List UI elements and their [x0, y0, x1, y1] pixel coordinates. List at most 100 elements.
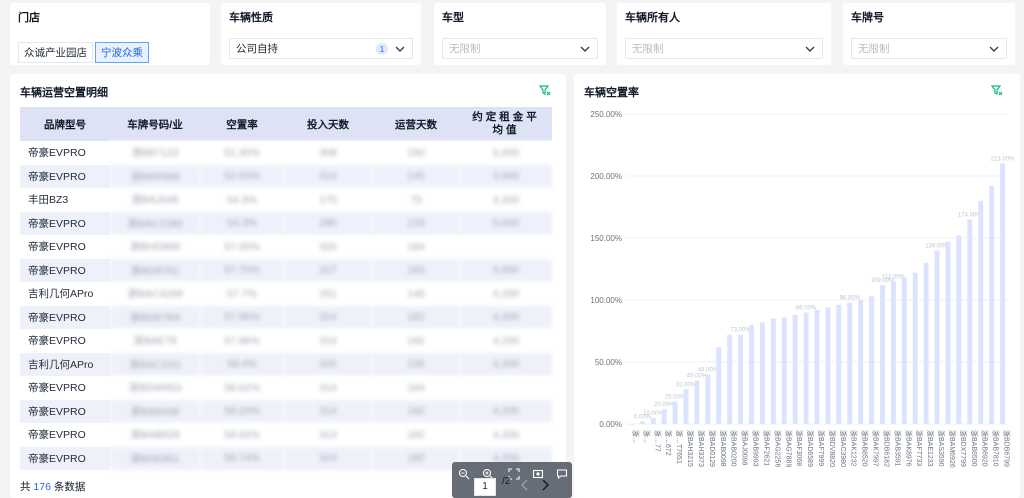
chart-bar — [989, 185, 995, 424]
filter-clear-icon[interactable] — [538, 83, 552, 97]
chart-bar — [978, 200, 984, 424]
chevron-down-icon — [395, 46, 405, 52]
chart-bar — [716, 347, 722, 424]
column-header[interactable]: 约定租金平均值 — [460, 107, 552, 141]
x-tick-label: 浙BDB6182 — [882, 430, 891, 467]
x-tick-label: 浙BAB9993 — [752, 430, 761, 467]
table-row[interactable]: 帝豪EVPRO 浙B6R958 52.00% 314 145 3,900 — [20, 164, 552, 189]
chart-bar — [967, 219, 973, 424]
plate-placeholder: 无限制 — [858, 43, 890, 55]
cell-value: 4,200 — [460, 329, 552, 353]
cell-value: 251 — [284, 282, 372, 306]
vehicle-type-placeholder: 无限制 — [449, 43, 481, 55]
cell-value: 182 — [372, 305, 460, 330]
cell-value: 140 — [372, 282, 460, 306]
cell-value: 5,000 — [460, 141, 552, 165]
chart-bar — [923, 262, 929, 424]
chevron-down-icon — [805, 46, 815, 52]
column-header[interactable]: 空置率 — [200, 107, 284, 141]
vacancy-rate-chart: 0.00% 50.00% 100.00% 150.00% 200.00% 250.00% 浙… — [590, 110, 1015, 468]
cell-value: 57.00% — [200, 235, 284, 259]
table-row[interactable]: 丰田BZ3 浙BAJ048 54.3% 175 75 4,200 — [20, 188, 552, 212]
table-row[interactable]: 帝豪EVPRO 浙BAC2280 54.3% 280 133 5,000 — [20, 211, 552, 236]
column-header[interactable]: 品牌型号 — [20, 107, 110, 141]
cell-value: 314 — [284, 399, 372, 424]
cell-value: 54.3% — [200, 188, 284, 212]
table-row[interactable]: 帝豪EVPRO 浙BAB408 59.20% 314 182 4,200 — [20, 399, 552, 424]
chart-bar — [814, 309, 820, 424]
chart-bar — [912, 272, 918, 424]
x-tick-label: 浙BDX7799 — [959, 430, 968, 467]
vehicle-nature-select[interactable]: 公司自持 1 — [229, 38, 413, 59]
chart-bar — [770, 318, 776, 424]
cell-value: 57.7% — [200, 282, 284, 306]
vehicle-type-label: 车型 — [442, 12, 464, 24]
cell-value: 52.00% — [200, 164, 284, 189]
chevron-down-icon — [989, 46, 999, 52]
cell-value: 182 — [372, 399, 460, 424]
comment-icon[interactable] — [556, 468, 568, 480]
cell-model: 吉利几何APro — [20, 352, 110, 377]
chart-panel: 车辆空置率 0.00% 50.00% 100.00% 150.00% 200.00% 25… — [574, 74, 1020, 498]
plate-select[interactable]: 无限制 — [851, 38, 1007, 59]
x-tick-label: 浙BAE1233 — [926, 430, 935, 467]
cell-model: 吉利几何APro — [20, 282, 110, 306]
cell-value: 314 — [284, 164, 372, 189]
chart-bar — [1000, 163, 1005, 424]
vehicle-owner-label: 车辆所有人 — [625, 12, 680, 24]
table-row[interactable]: 帝豪EVPRO 浙BAE78 57.96% 314 182 4,200 — [20, 329, 552, 353]
cell-value: 280 — [284, 211, 372, 236]
table-row[interactable]: 帝豪EVPRO 浙BD87R9 57.96% 314 182 4,200 — [20, 305, 552, 330]
chart-bar — [694, 380, 700, 424]
x-tick-label: 浙BAH3215 — [686, 430, 695, 467]
column-header[interactable]: 车牌号码/业 — [110, 107, 200, 141]
table-header-row: 品牌型号 车牌号码/业 空置率 投入天数 运营天数 约定租金平均值 — [20, 107, 552, 141]
chart-bar — [683, 389, 689, 424]
table-row[interactable]: 帝豪EVPRO 浙BD8752 57.70% 317 183 5,000 — [20, 258, 552, 283]
column-header[interactable]: 运营天数 — [372, 107, 460, 141]
data-label: 20.00% — [654, 402, 675, 408]
cell-model: 丰田BZ3 — [20, 188, 110, 212]
page-input[interactable]: 1 — [474, 478, 496, 496]
table-row[interactable]: 帝豪EVPRO 浙BHD989 57.00% 320 184 — [20, 235, 552, 259]
cell-value: 浙BAE78 — [110, 329, 200, 353]
cell-model: 帝豪EVPRO — [20, 446, 110, 471]
detail-table: 品牌型号 车牌号码/业 空置率 投入天数 运营天数 约定租金平均值 帝豪EVPR… — [20, 107, 552, 471]
next-page-icon[interactable] — [540, 479, 550, 491]
table-row[interactable]: 吉利几何APro 浙BAC4269 57.7% 251 140 4,200 — [20, 282, 552, 306]
store-option-ningbo[interactable]: 宁波众乘 — [95, 42, 149, 63]
table-row[interactable]: 帝豪EVPRO 浙BDW953 58.62% 314 184 — [20, 376, 552, 400]
y-tick-label: 50.00% — [595, 358, 622, 367]
record-count: 共 176 条数据 — [20, 479, 85, 494]
x-tick-label: 浙BAM6926 — [948, 430, 957, 468]
vehicle-owner-select[interactable]: 无限制 — [625, 38, 823, 59]
cell-value: 184 — [372, 376, 460, 400]
cell-model: 帝豪EVPRO — [20, 235, 110, 259]
data-label: 32.00% — [676, 382, 697, 388]
column-header[interactable]: 投入天数 — [284, 107, 372, 141]
plate-label: 车牌号 — [851, 12, 884, 24]
plate-filter: 车牌号 无限制 — [843, 3, 1015, 65]
data-label: 96.00% — [840, 295, 861, 301]
x-tick-label: 浙BAB0098 — [719, 430, 728, 467]
cell-value: 58.4% — [200, 352, 284, 377]
data-label: 86.00% — [796, 305, 817, 311]
cell-value: 浙B6R958 — [110, 164, 200, 189]
x-tick-label: 浙…77 — [653, 430, 662, 452]
zoom-out-icon[interactable] — [458, 468, 470, 480]
floating-toolbar — [452, 462, 572, 498]
table-row[interactable]: 帝豪EVPRO 浙B87123 51.30% 308 150 5,000 — [20, 141, 552, 165]
table-row[interactable]: 帝豪EVPRO 浙BAB829 59.62% 314 182 4,200 — [20, 423, 552, 447]
store-option-zhongcheng[interactable]: 众诚产业园店 — [18, 42, 93, 63]
chart-bar — [858, 300, 864, 424]
cell-value: 184 — [372, 235, 460, 259]
prev-page-icon[interactable] — [520, 479, 530, 491]
vehicle-type-select[interactable]: 无限制 — [442, 38, 598, 59]
cell-model: 帝豪EVPRO — [20, 399, 110, 424]
x-tick-label: 浙BAB3591 — [893, 430, 902, 467]
table-row[interactable]: 吉利几何APro 浙BAC22G 58.4% 320 155 4,200 — [20, 352, 552, 377]
vehicle-nature-value: 公司自持 — [236, 43, 278, 55]
cell-value: 4,200 — [460, 423, 552, 447]
chart-bar — [869, 296, 875, 424]
x-tick-label: 浙BAS3590 — [937, 430, 946, 467]
